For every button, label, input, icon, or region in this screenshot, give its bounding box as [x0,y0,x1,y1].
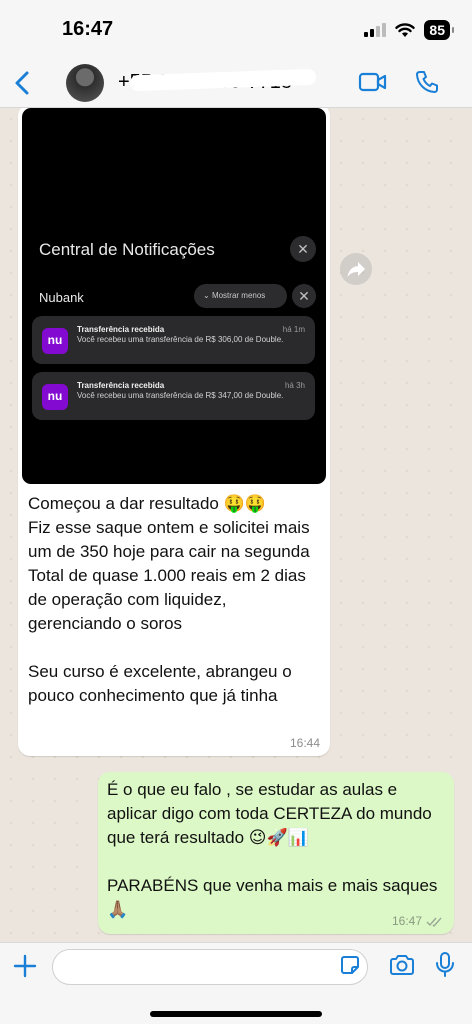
message-timestamp: 16:47 [391,914,422,928]
message-meta: 16:47 [392,914,444,928]
outgoing-message-bubble[interactable]: É o que eu falo , se estudar as aulas e … [98,772,454,934]
incoming-message-text: Começou a dar resultado 🤑🤑 Fiz esse saqu… [28,494,310,705]
show-less-button: ⌄ Mostrar menos [194,284,287,308]
double-check-icon [426,917,442,927]
notification-card: nu Transferência recebida Você recebeu u… [32,316,315,364]
chat-header: +55 00 00000-7718 [0,58,472,108]
notification-app-name: Nubank [39,290,84,305]
notification-body: Você recebeu uma transferência de R$ 306… [77,335,284,344]
plus-icon[interactable] [12,951,38,981]
notification-time: há 3h [284,381,305,390]
status-bar: 16:47 85 [0,0,472,58]
message-input[interactable] [52,949,368,985]
nubank-logo-icon: nu [42,328,68,354]
home-indicator [150,1011,322,1017]
show-less-label: Mostrar menos [211,291,266,300]
close-icon: ✕ [292,284,316,308]
battery-icon: 85 [424,20,454,40]
phone-call-icon[interactable] [414,69,440,95]
message-composer [0,942,472,1024]
camera-icon[interactable] [388,953,416,977]
notification-center-title: Central de Notificações [39,240,215,259]
notification-title: Transferência recebida [77,325,165,334]
video-call-icon[interactable] [358,70,388,94]
avatar[interactable] [66,64,104,102]
chat-area[interactable]: Central de Notificações ✕ Nubank ⌄ Mostr… [0,108,472,942]
message-timestamp: 16:44 [289,736,320,750]
chevron-down-icon: ⌄ [203,291,210,300]
back-arrow-icon[interactable] [10,68,36,98]
forward-button[interactable] [340,253,372,285]
incoming-message-bubble[interactable]: Central de Notificações ✕ Nubank ⌄ Mostr… [18,108,330,756]
wifi-icon [395,22,416,37]
notification-screenshot[interactable]: Central de Notificações ✕ Nubank ⌄ Mostr… [22,108,326,484]
outgoing-message-text: É o que eu falo , se estudar as aulas e … [107,780,438,919]
forward-arrow-icon [347,262,365,277]
nubank-logo-icon: nu [42,384,68,410]
sticker-icon[interactable] [338,953,362,977]
microphone-icon[interactable] [434,950,456,980]
status-time: 16:47 [62,18,114,40]
status-icons: 85 [364,20,454,40]
cellular-signal-icon [364,23,387,37]
notification-title: Transferência recebida [77,381,165,390]
notification-card: nu Transferência recebida Você recebeu u… [32,372,315,420]
notification-time: há 1m [282,325,305,334]
close-icon: ✕ [290,236,316,262]
notification-body: Você recebeu uma transferência de R$ 347… [77,391,284,400]
